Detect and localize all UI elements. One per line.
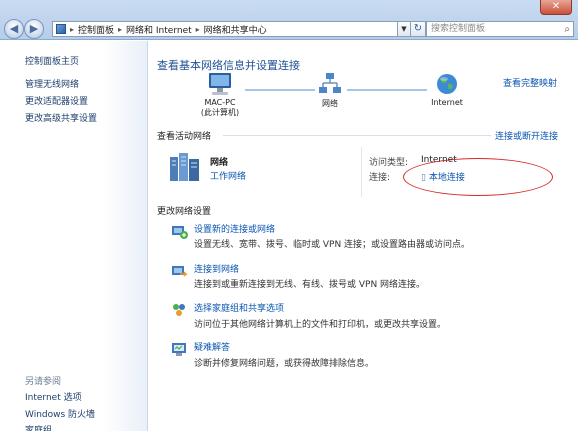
search-placeholder: 搜索控制面板 (431, 24, 486, 34)
globe-icon (437, 74, 457, 94)
control-panel-home-link[interactable]: 控制面板主页 (25, 54, 79, 67)
work-network-icon (168, 151, 202, 186)
homegroup-icon (173, 304, 185, 316)
arrow-right-icon: ▶ (29, 22, 39, 35)
title-bar: ✕ ◀ ▶ ▸ 控制面板 ▸ 网络和 Internet ▸ 网络和共享中心 ▼ … (0, 0, 578, 40)
address-history-button[interactable]: ▼ (397, 21, 411, 37)
computer-sub: (此计算机) (200, 108, 240, 117)
map-connector-1 (245, 89, 315, 91)
search-icon: ⌕ (564, 24, 570, 35)
arrow-left-icon: ◀ (9, 22, 19, 35)
connect-network-icon (172, 266, 188, 277)
breadcrumb-network-sharing[interactable]: 网络和共享中心 (204, 23, 267, 36)
chevron-right-icon: ▸ (195, 24, 200, 34)
section-divider (223, 135, 491, 136)
homegroup-link[interactable]: 家庭组 (25, 423, 52, 431)
change-settings-header: 更改网络设置 (157, 207, 212, 217)
troubleshoot-icon (172, 343, 186, 356)
control-panel-icon (56, 24, 66, 34)
connections-label: 连接: (369, 173, 391, 183)
main-content: 查看基本网络信息并设置连接 查看完整映射 MAC-PC (此计算机) 网络 In… (148, 41, 578, 431)
network-icon (319, 73, 341, 93)
map-network: 网络 (313, 72, 347, 109)
homegroup-sharing-link[interactable]: 选择家庭组和共享选项 (194, 301, 284, 314)
access-type-label: 访问类型: (369, 158, 409, 168)
connect-disconnect-link[interactable]: 连接或断开连接 (495, 129, 558, 142)
setup-connection-desc: 设置无线、宽带、拨号、临时或 VPN 连接；或设置路由器或访问点。 (194, 240, 471, 250)
breadcrumb-network-internet[interactable]: 网络和 Internet (126, 23, 192, 36)
chevron-right-icon: ▸ (70, 24, 75, 34)
chevron-right-icon: ▸ (118, 24, 123, 34)
forward-button[interactable]: ▶ (24, 19, 44, 39)
close-button[interactable]: ✕ (540, 0, 572, 15)
windows-firewall-link[interactable]: Windows 防火墙 (25, 407, 95, 420)
view-full-map-link[interactable]: 查看完整映射 (503, 76, 557, 89)
map-computer: MAC-PC (此计算机) (190, 72, 250, 118)
page-title: 查看基本网络信息并设置连接 (157, 59, 300, 72)
active-network-name: 网络 (210, 158, 229, 168)
map-internet: Internet (424, 72, 470, 107)
troubleshoot-link[interactable]: 疑难解答 (194, 340, 230, 353)
connect-to-network-link[interactable]: 连接到网络 (194, 262, 239, 275)
search-input[interactable]: 搜索控制面板 ⌕ (426, 21, 574, 37)
vertical-divider (361, 147, 362, 197)
network-label: 网络 (322, 99, 338, 108)
computer-icon (209, 73, 231, 95)
setup-connection-link[interactable]: 设置新的连接或网络 (194, 222, 275, 235)
change-adapter-link[interactable]: 更改适配器设置 (25, 94, 88, 107)
map-connector-2 (347, 89, 427, 91)
internet-label: Internet (431, 98, 463, 107)
left-task-pane: 控制面板主页 管理无线网络 更改适配器设置 更改高级共享设置 另请参阅 Inte… (0, 41, 148, 431)
computer-name: MAC-PC (204, 98, 236, 107)
advanced-sharing-link[interactable]: 更改高级共享设置 (25, 111, 97, 124)
chevron-down-icon: ▼ (401, 25, 407, 33)
homegroup-sharing-desc: 访问位于其他网络计算机上的文件和打印机，或更改共享设置。 (194, 320, 447, 330)
active-networks-header: 查看活动网络 (157, 132, 212, 142)
breadcrumb-control-panel[interactable]: 控制面板 (78, 23, 114, 36)
troubleshoot-desc: 诊断并修复网络问题，或获得故障排除信息。 (194, 359, 375, 369)
manage-wireless-link[interactable]: 管理无线网络 (25, 77, 79, 90)
refresh-button[interactable]: ↻ (410, 21, 426, 37)
connect-to-network-desc: 连接到或重新连接到无线、有线、拨号或 VPN 网络连接。 (194, 280, 426, 290)
internet-options-link[interactable]: Internet 选项 (25, 390, 82, 403)
address-bar[interactable]: ▸ 控制面板 ▸ 网络和 Internet ▸ 网络和共享中心 (52, 21, 419, 37)
back-button[interactable]: ◀ (4, 19, 24, 39)
network-type-link[interactable]: 工作网络 (210, 169, 246, 182)
new-connection-icon (172, 226, 188, 239)
see-also-heading: 另请参阅 (25, 377, 62, 387)
refresh-icon: ↻ (413, 23, 423, 34)
highlight-ellipse (403, 158, 553, 196)
